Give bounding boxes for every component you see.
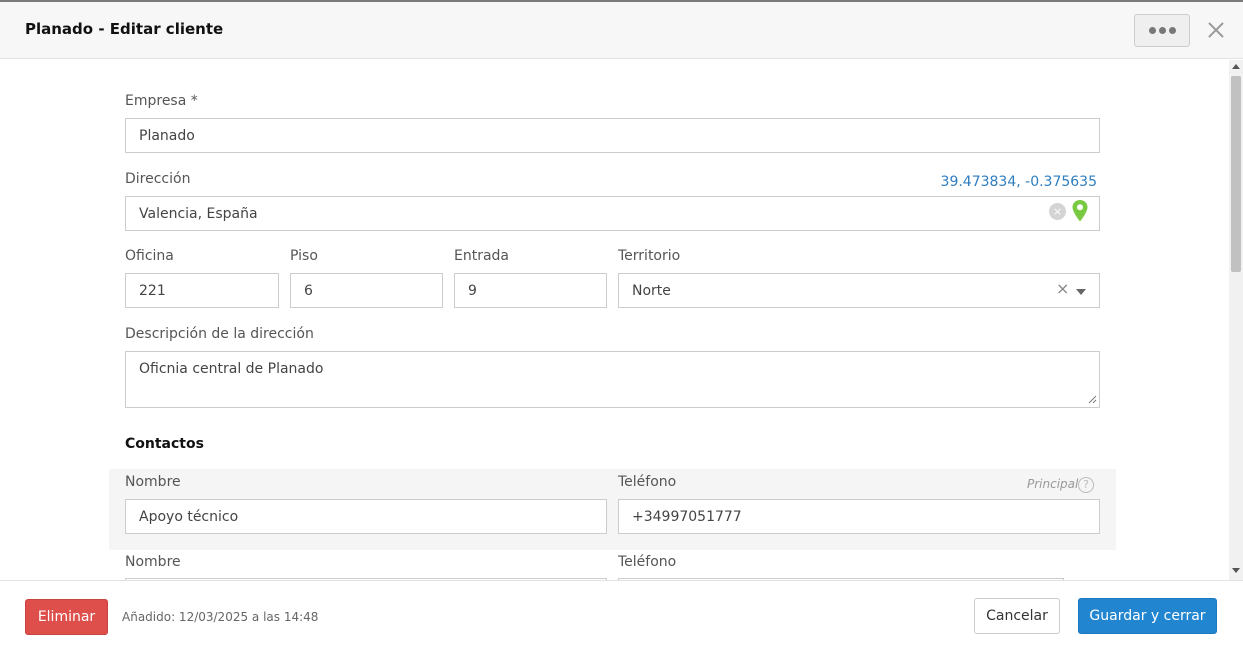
form-content: Empresa * Planado Dirección 39.473834, -…: [0, 60, 1229, 580]
chevron-down-icon[interactable]: [1076, 289, 1086, 295]
contact-phone-label: Teléfono: [618, 554, 677, 570]
address-input[interactable]: Valencia, España: [125, 196, 1100, 231]
more-options-button[interactable]: [1134, 14, 1190, 47]
contact-name-input[interactable]: Apoyo técnico: [125, 499, 607, 534]
close-icon[interactable]: [1206, 20, 1226, 40]
contact-phone-input[interactable]: +34997051777: [618, 499, 1100, 534]
office-input[interactable]: 221: [125, 273, 279, 308]
clear-territory-icon[interactable]: ×: [1056, 279, 1069, 298]
more-dots-icon: [1168, 27, 1176, 34]
scrollbar-thumb[interactable]: [1231, 76, 1241, 272]
address-description-label: Descripción de la dirección: [125, 326, 314, 342]
more-dots-icon: [1148, 27, 1156, 34]
save-and-close-button[interactable]: Guardar y cerrar: [1078, 598, 1217, 634]
office-label: Oficina: [125, 248, 174, 264]
scroll-up-icon[interactable]: [1232, 64, 1240, 69]
contact-phone-label: Teléfono: [618, 474, 677, 490]
floor-label: Piso: [290, 248, 318, 264]
company-input[interactable]: Planado: [125, 118, 1100, 153]
entrance-input[interactable]: 9: [454, 273, 607, 308]
resize-handle-icon[interactable]: [1087, 394, 1097, 404]
contact-name-label: Nombre: [125, 554, 181, 570]
map-pin-icon[interactable]: [1071, 199, 1089, 223]
address-coordinates-link[interactable]: 39.473834, -0.375635: [940, 174, 1097, 190]
address-label: Dirección: [125, 171, 191, 187]
contact-name-label: Nombre: [125, 474, 181, 490]
dialog-header: Planado - Editar cliente: [0, 2, 1243, 59]
floor-input[interactable]: 6: [290, 273, 443, 308]
principal-label: Principal: [1027, 477, 1079, 491]
contacts-section-title: Contactos: [125, 436, 204, 452]
scroll-down-icon[interactable]: [1232, 568, 1240, 573]
more-dots-icon: [1158, 27, 1166, 34]
added-timestamp: Añadido: 12/03/2025 a las 14:48: [122, 610, 319, 624]
company-label: Empresa *: [125, 93, 198, 109]
vertical-scrollbar[interactable]: [1229, 60, 1243, 580]
dialog-footer: Eliminar Añadido: 12/03/2025 a las 14:48…: [0, 580, 1243, 651]
delete-button[interactable]: Eliminar: [25, 599, 108, 635]
clear-address-icon[interactable]: ×: [1049, 203, 1066, 220]
help-icon[interactable]: ?: [1078, 477, 1094, 493]
cancel-button[interactable]: Cancelar: [974, 598, 1060, 634]
territory-select[interactable]: Norte: [618, 273, 1100, 308]
territory-label: Territorio: [618, 248, 681, 264]
entrance-label: Entrada: [454, 248, 510, 264]
dialog-title: Planado - Editar cliente: [25, 20, 224, 38]
address-description-textarea[interactable]: Oficnia central de Planado: [125, 351, 1100, 408]
